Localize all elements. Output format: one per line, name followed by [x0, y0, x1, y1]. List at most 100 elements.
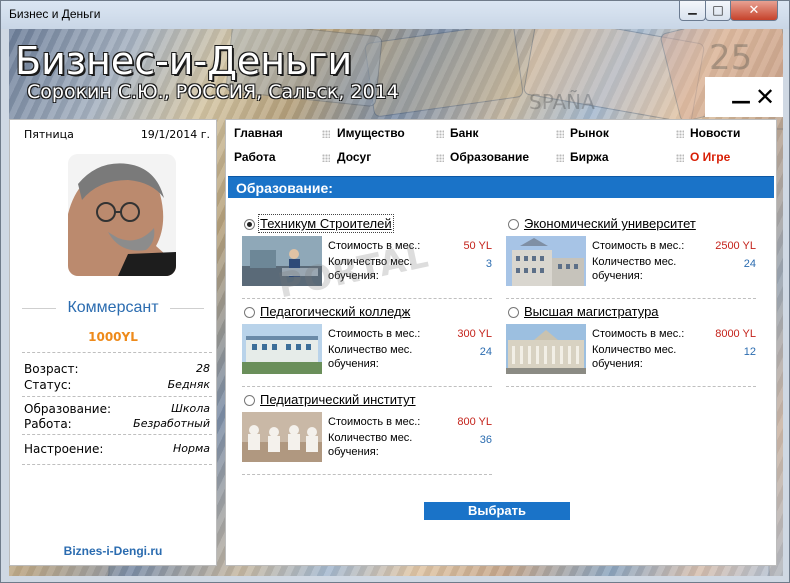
menu-dots-icon: [322, 130, 330, 138]
menu-item-market[interactable]: Рынок: [570, 126, 609, 140]
maximize-button[interactable]: □: [705, 1, 731, 21]
pediatric-institute-photo: [242, 412, 322, 462]
profile-separator: [22, 396, 212, 397]
age-value: 28: [196, 362, 210, 375]
education-label: Образование:: [24, 402, 112, 416]
banner-minimize-button[interactable]: —: [731, 91, 751, 111]
minimize-button[interactable]: ▁: [679, 1, 706, 21]
banner-title: Бизнес-и-Деньги: [15, 39, 353, 83]
months-label-cont: обучения:: [592, 358, 643, 370]
menu-dots-icon: [676, 154, 684, 162]
profile-separator: [22, 464, 212, 465]
months-value: 24: [743, 258, 756, 270]
cost-label: Стоимость в мес.:: [328, 416, 421, 428]
option-divider: [506, 386, 756, 387]
svg-text:SPAÑA: SPAÑA: [529, 90, 595, 114]
cost-value: 50 YL: [463, 240, 492, 252]
profile-separator: [22, 352, 212, 353]
pedagogical-college-photo: [242, 324, 322, 374]
radio-button[interactable]: [244, 307, 255, 318]
masters-photo: [506, 324, 586, 374]
menu-item-leisure[interactable]: Досуг: [337, 150, 371, 164]
option-divider: [242, 298, 492, 299]
app-window: Бизнес и Деньги ▁ □ ✕ 25 SPAÑA Бизнес-и-…: [0, 0, 790, 583]
menu-item-property[interactable]: Имущество: [337, 126, 405, 140]
option-divider: [242, 474, 492, 475]
job-label: Работа:: [24, 417, 72, 431]
game-date: 19/1/2014 г.: [140, 128, 210, 141]
window-title: Бизнес и Деньги: [9, 7, 101, 21]
months-value: 3: [485, 258, 492, 270]
menu-item-exchange[interactable]: Биржа: [570, 150, 609, 164]
site-link[interactable]: Biznes-i-Dengi.ru: [10, 544, 216, 558]
menu-dots-icon: [436, 130, 444, 138]
months-value: 12: [743, 346, 756, 358]
rank-divider-right: [170, 308, 204, 309]
close-button[interactable]: ✕: [730, 1, 778, 21]
menu-item-work[interactable]: Работа: [234, 150, 276, 164]
months-label-cont: обучения:: [592, 270, 643, 282]
economic-university-photo: [506, 236, 586, 286]
education-option-economic-university[interactable]: Экономический университет Стоимость в ме…: [506, 216, 756, 302]
svg-text:25: 25: [709, 38, 752, 78]
months-label: Количество мес.: [592, 256, 677, 268]
menu-dots-icon: [436, 154, 444, 162]
profile-separator: [22, 434, 212, 435]
cost-value: 800 YL: [457, 416, 492, 428]
education-option-pedagogical-college[interactable]: Педагогический колледж Стоимость в мес.:…: [242, 304, 492, 390]
option-name[interactable]: Педиатрический институт: [260, 392, 416, 407]
status-label: Статус:: [24, 378, 72, 392]
avatar-portrait: [68, 154, 176, 276]
cost-label: Стоимость в мес.:: [328, 328, 421, 340]
cost-value: 2500 YL: [715, 240, 756, 252]
content-panel: Главная Имущество Банк Рынок Новости Раб…: [225, 119, 777, 566]
cost-value: 300 YL: [457, 328, 492, 340]
profile-panel: Пятница 19/1/2014 г. Коммерсант 1000YL В…: [9, 119, 217, 566]
section-header: Образование:: [228, 176, 774, 198]
banner-subtitle: Сорокин С.Ю., РОССИЯ, Сальск, 2014: [27, 81, 399, 103]
day-of-week: Пятница: [24, 128, 74, 141]
months-label: Количество мес.: [592, 344, 677, 356]
education-option-masters[interactable]: Высшая магистратура Стоимость в мес.: 80…: [506, 304, 756, 390]
menu-item-education[interactable]: Образование: [450, 150, 529, 164]
radio-button[interactable]: [508, 219, 519, 230]
avatar: [68, 154, 176, 276]
months-label: Количество мес.: [328, 432, 413, 444]
menu-item-news[interactable]: Новости: [690, 126, 740, 140]
radio-button[interactable]: [508, 307, 519, 318]
option-name[interactable]: Техникум Строителей: [258, 214, 394, 233]
option-divider: [506, 298, 756, 299]
option-divider: [242, 386, 492, 387]
banner-close-button[interactable]: ✕: [755, 85, 775, 109]
menu-dots-icon: [556, 130, 564, 138]
months-label: Количество мес.: [328, 344, 413, 356]
education-value: Школа: [171, 402, 210, 415]
cost-value: 8000 YL: [715, 328, 756, 340]
banner-controls: — ✕: [705, 77, 783, 117]
months-label-cont: обучения:: [328, 446, 379, 458]
status-value: Бедняк: [167, 378, 210, 391]
radio-button[interactable]: [244, 395, 255, 406]
mood-label: Настроение:: [24, 442, 104, 456]
menu-item-bank[interactable]: Банк: [450, 126, 479, 140]
age-label: Возраст:: [24, 362, 79, 376]
radio-button[interactable]: [244, 219, 255, 230]
months-label-cont: обучения:: [328, 358, 379, 370]
months-value: 36: [479, 434, 492, 446]
choose-button[interactable]: Выбрать: [424, 502, 570, 520]
menu-item-about[interactable]: О Игре: [690, 150, 730, 164]
menu-dots-icon: [676, 130, 684, 138]
player-money: 1000YL: [88, 330, 138, 344]
option-name[interactable]: Высшая магистратура: [524, 304, 659, 319]
job-value: Безработный: [133, 417, 210, 430]
cost-label: Стоимость в мес.:: [592, 240, 685, 252]
option-name[interactable]: Экономический университет: [524, 216, 696, 231]
mood-value: Норма: [172, 442, 210, 455]
menu-dots-icon: [322, 154, 330, 162]
cost-label: Стоимость в мес.:: [592, 328, 685, 340]
title-bar: Бизнес и Деньги ▁ □ ✕: [1, 1, 789, 29]
months-value: 24: [479, 346, 492, 358]
menu-item-home[interactable]: Главная: [234, 126, 283, 140]
menu-dots-icon: [556, 154, 564, 162]
education-option-pediatric-institute[interactable]: Педиатрический институт Стоимость в мес.…: [242, 392, 492, 478]
